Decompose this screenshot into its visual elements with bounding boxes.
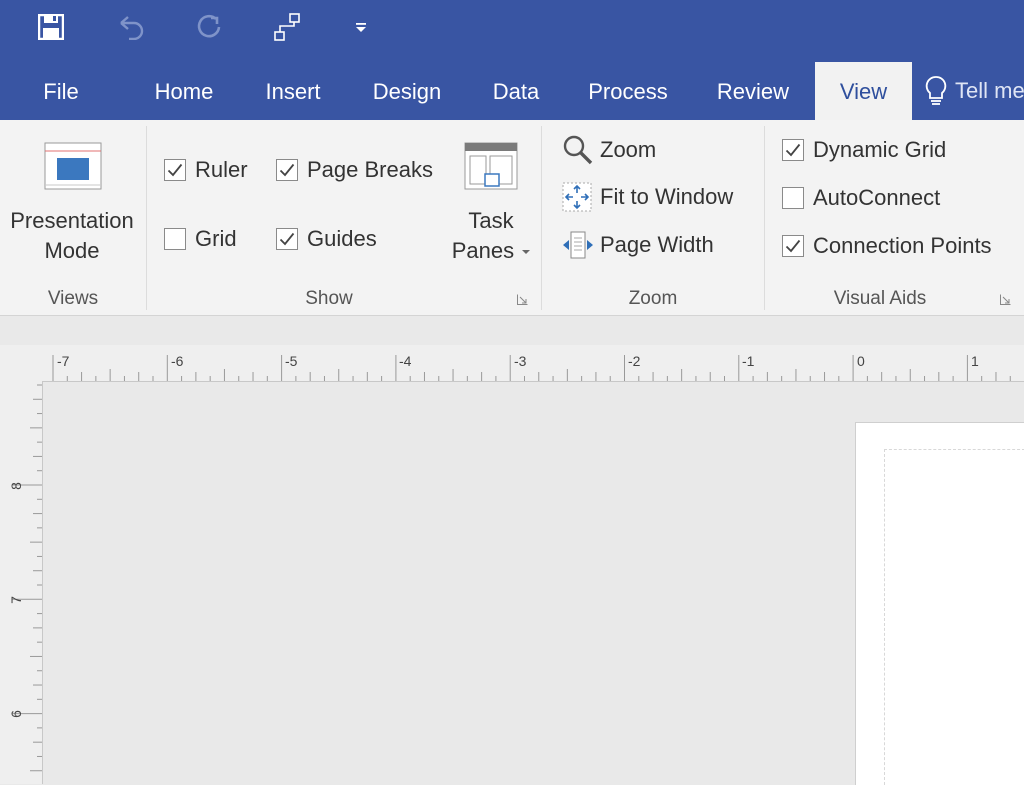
- page-width-icon: [563, 231, 593, 259]
- autoconnect-label: AutoConnect: [813, 185, 941, 210]
- grid-checkbox[interactable]: Grid: [164, 226, 237, 252]
- vertical-ruler[interactable]: 8 7 6: [0, 381, 43, 784]
- ruler-label: 1: [971, 353, 979, 369]
- undo-icon[interactable]: [110, 10, 152, 44]
- checkbox-checked[interactable]: [164, 159, 186, 181]
- presentation-mode-icon: [44, 142, 102, 195]
- tab-view[interactable]: View: [815, 62, 912, 120]
- lightbulb-icon: [925, 76, 947, 105]
- fit-to-window-label: Fit to Window: [600, 184, 734, 209]
- tab-review[interactable]: Review: [704, 62, 802, 120]
- redo-icon[interactable]: [188, 10, 230, 44]
- ruler-label: -5: [285, 353, 298, 369]
- task-panes-icon: [464, 142, 518, 195]
- group-label-visual-aids: Visual Aids: [833, 288, 927, 309]
- tab-insert[interactable]: Insert: [252, 62, 334, 120]
- tell-me-label: Tell me: [955, 78, 1024, 103]
- fit-to-window-button[interactable]: Fit to Window: [562, 182, 733, 212]
- page-margin-guide: [884, 449, 1024, 785]
- ruler-label: -7: [57, 353, 70, 369]
- page-breaks-label: Page Breaks: [307, 157, 433, 182]
- checkbox-checked[interactable]: [276, 159, 298, 181]
- group-label-show: Show: [305, 288, 353, 309]
- autoconnect-checkbox[interactable]: AutoConnect: [782, 185, 940, 211]
- ruler-label: 7: [7, 596, 24, 604]
- tab-file[interactable]: File: [20, 62, 102, 120]
- ruler-label: -3: [514, 353, 527, 369]
- ribbon-tabs: File Home Insert Design Data Process Rev…: [0, 62, 1024, 120]
- group-divider: [146, 126, 147, 310]
- presentation-mode-button[interactable]: Presentation Mode: [2, 206, 142, 266]
- ribbon-view: Presentation Mode Views Ruler Page Break…: [0, 120, 1024, 316]
- ruler-label: 6: [7, 710, 24, 718]
- horizontal-ruler[interactable]: -7 -6 -5 -4 -3 -2 -1 0 1: [0, 345, 1024, 382]
- horizontal-ruler-ticks: [52, 355, 1011, 381]
- checkbox-checked[interactable]: [782, 139, 804, 161]
- checkbox-unchecked[interactable]: [164, 228, 186, 250]
- group-divider: [764, 126, 765, 310]
- checkbox-checked[interactable]: [782, 235, 804, 257]
- ruler-label: -1: [742, 353, 755, 369]
- checkbox-unchecked[interactable]: [782, 187, 804, 209]
- page-width-label: Page Width: [600, 232, 714, 257]
- grid-label: Grid: [195, 226, 237, 251]
- connection-points-checkbox[interactable]: Connection Points: [782, 233, 992, 259]
- task-panes-label-1: Task: [468, 208, 514, 233]
- vertical-ruler-ticks: [12, 384, 42, 772]
- customize-qat-icon[interactable]: [346, 10, 376, 44]
- dropdown-arrow-icon: [522, 250, 531, 255]
- dynamic-grid-label: Dynamic Grid: [813, 137, 947, 162]
- ruler-label: 0: [857, 353, 865, 369]
- ruler-label: Ruler: [195, 157, 248, 182]
- ruler-label: -4: [399, 353, 412, 369]
- fit-to-window-icon: [562, 182, 592, 212]
- guides-label: Guides: [307, 226, 377, 251]
- title-bar: [0, 0, 1024, 62]
- dynamic-grid-checkbox[interactable]: Dynamic Grid: [782, 137, 946, 163]
- connection-points-label: Connection Points: [813, 233, 992, 258]
- ruler-label: 8: [7, 482, 24, 490]
- page-width-button[interactable]: Page Width: [562, 230, 714, 260]
- checkbox-checked[interactable]: [276, 228, 298, 250]
- tab-design[interactable]: Design: [358, 62, 456, 120]
- task-panes-label-2: Panes: [451, 238, 515, 263]
- group-label-zoom: Zoom: [628, 288, 678, 309]
- save-icon[interactable]: [30, 10, 72, 44]
- ruler-label: -2: [628, 353, 641, 369]
- tab-data[interactable]: Data: [480, 62, 552, 120]
- tell-me-search[interactable]: Tell me: [924, 62, 1024, 120]
- page-breaks-checkbox[interactable]: Page Breaks: [276, 157, 433, 183]
- tab-process[interactable]: Process: [576, 62, 680, 120]
- guides-checkbox[interactable]: Guides: [276, 226, 377, 252]
- show-dialog-launcher-icon[interactable]: [517, 294, 528, 305]
- zoom-label: Zoom: [600, 137, 657, 162]
- connector-icon[interactable]: [266, 10, 308, 44]
- group-divider: [541, 126, 542, 310]
- ruler-checkbox[interactable]: Ruler: [164, 157, 248, 183]
- presentation-mode-label-2: Mode: [44, 238, 100, 263]
- magnifier-icon: [563, 135, 593, 165]
- zoom-button[interactable]: Zoom: [562, 134, 656, 166]
- ruler-label: -6: [171, 353, 184, 369]
- task-panes-button[interactable]: Task Panes: [446, 206, 536, 266]
- group-label-views: Views: [47, 288, 99, 309]
- visual-aids-dialog-launcher-icon[interactable]: [1000, 294, 1011, 305]
- presentation-mode-label-1: Presentation: [10, 208, 134, 233]
- tab-home[interactable]: Home: [140, 62, 228, 120]
